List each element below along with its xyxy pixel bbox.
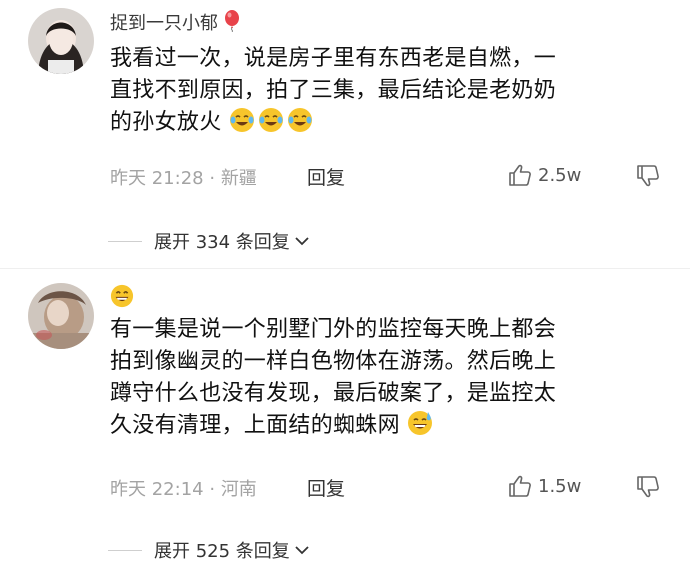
avatar-image xyxy=(28,8,94,74)
thumbs-up-icon xyxy=(509,475,531,497)
comment-text: 我看过一次，说是房子里有东西老是自燃，一 直找不到原因，拍了三集，最后结论是老奶… xyxy=(110,43,650,139)
comment-time: 昨天 22:14 xyxy=(110,479,204,500)
comment-meta: 昨天 22:14 · 河南 xyxy=(110,475,257,501)
expand-dash xyxy=(108,549,142,551)
sweat-smile-emoji-icon xyxy=(408,411,433,435)
comment-text: 有一集是说一个别墅门外的监控每天晚上都会 拍到像幽灵的一样白色物体在游荡。然后晚… xyxy=(110,314,650,442)
comment-line: 拍到像幽灵的一样白色物体在游荡。然后晚上 xyxy=(110,349,557,374)
avatar[interactable] xyxy=(28,283,94,349)
comment-line: 久没有清理，上面结的蜘蛛网 xyxy=(110,413,400,438)
crying-laughing-emoji-icon xyxy=(287,108,312,132)
chevron-down-icon xyxy=(295,546,309,555)
thumbs-up-icon xyxy=(509,164,531,186)
avatar[interactable] xyxy=(28,8,94,74)
username[interactable] xyxy=(110,284,134,313)
expand-dash xyxy=(108,240,142,242)
expand-replies-button[interactable]: 展开 525 条回复 xyxy=(108,537,310,563)
dislike-button[interactable] xyxy=(636,476,660,502)
comment-divider xyxy=(0,268,690,269)
comment-line-with-emoji: 久没有清理，上面结的蜘蛛网 xyxy=(110,410,650,442)
reply-button[interactable]: 回复 xyxy=(307,163,345,190)
crying-laughing-emoji-icon xyxy=(229,108,254,132)
like-count: 1.5w xyxy=(538,475,582,497)
comment-line-with-emoji: 的孙女放火 xyxy=(110,107,650,139)
comment-line: 的孙女放火 xyxy=(110,110,222,135)
like-count: 2.5w xyxy=(538,164,582,186)
username[interactable]: 捉到一只小郁 xyxy=(110,9,240,35)
balloon-icon xyxy=(224,10,239,33)
expand-replies-label: 展开 525 条回复 xyxy=(154,541,290,562)
like-button[interactable]: 1.5w xyxy=(508,475,581,497)
like-button[interactable]: 2.5w xyxy=(508,164,581,186)
comment-line: 有一集是说一个别墅门外的监控每天晚上都会 xyxy=(110,317,557,342)
comment-location: 河南 xyxy=(220,479,257,500)
avatar-image xyxy=(28,283,94,349)
comment-time: 昨天 21:28 xyxy=(110,168,204,189)
expand-replies-button[interactable]: 展开 334 条回复 xyxy=(108,228,310,254)
comment-line: 蹲守什么也没有发现，最后破案了，是监控太 xyxy=(110,381,557,406)
reply-button[interactable]: 回复 xyxy=(307,474,345,501)
crying-laughing-emoji-icon xyxy=(258,108,283,132)
comment-location: 新疆 xyxy=(220,168,257,189)
meta-separator: · xyxy=(209,479,216,500)
comment-line: 我看过一次，说是房子里有东西老是自燃，一 xyxy=(110,46,557,71)
chevron-down-icon xyxy=(295,237,309,246)
grinning-emoji-icon xyxy=(110,284,134,308)
expand-replies-label: 展开 334 条回复 xyxy=(154,232,290,253)
thumbs-down-icon xyxy=(637,476,659,498)
username-text: 捉到一只小郁 xyxy=(110,13,218,34)
comment-meta: 昨天 21:28 · 新疆 xyxy=(110,164,257,190)
comment-line: 直找不到原因，拍了三集，最后结论是老奶奶 xyxy=(110,78,557,103)
thumbs-down-icon xyxy=(637,165,659,187)
dislike-button[interactable] xyxy=(636,165,660,191)
meta-separator: · xyxy=(209,168,216,189)
